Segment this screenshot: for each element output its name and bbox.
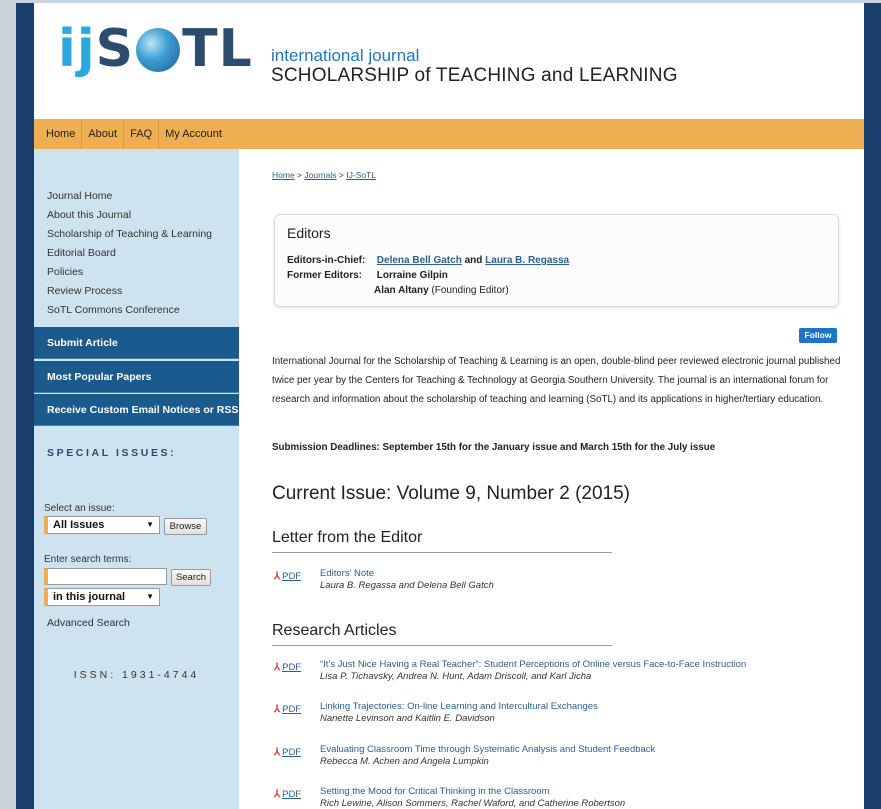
editors-in-chief-row: Editors-in-Chief: Delena Bell Gatch and … (287, 255, 569, 266)
pdf-link[interactable]: ⅄ PDF (274, 747, 301, 758)
issue-select[interactable]: All Issues ▼ (44, 516, 160, 534)
editor-link[interactable]: Delena Bell Gatch (377, 255, 462, 266)
former-editors-row: Former Editors: Lorraine Gilpin (287, 270, 448, 281)
logo-ij: ij (58, 19, 96, 79)
scope-select[interactable]: in this journal ▼ (44, 588, 160, 606)
sidebar: Journal Home About this Journal Scholars… (34, 149, 239, 809)
pdf-label: PDF (282, 571, 302, 582)
article-authors: Rich Lewine, Alison Sommers, Rachel Wafo… (320, 798, 626, 809)
logo-tl: TL (182, 19, 253, 79)
journal-title-small: international journal (271, 46, 420, 65)
sidebar-link-conference[interactable]: SoTL Commons Conference (47, 301, 239, 320)
founding-editor-note: (Founding Editor) (431, 285, 509, 296)
breadcrumb-ij-sotl[interactable]: IJ-SoTL (346, 170, 376, 180)
pdf-icon: ⅄ (274, 747, 281, 758)
sidebar-links: Journal Home About this Journal Scholars… (34, 149, 239, 320)
breadcrumb-home[interactable]: Home (272, 170, 295, 180)
article-title[interactable]: Setting the Mood for Critical Thinking i… (320, 786, 550, 797)
breadcrumb: Home > Journals > IJ-SoTL (272, 170, 376, 180)
article-authors: Rebecca M. Achen and Angela Lumpkin (320, 756, 489, 767)
pdf-link[interactable]: ⅄ PDF (274, 704, 301, 715)
nav-about[interactable]: About (82, 119, 123, 149)
pdf-icon: ⅄ (274, 704, 281, 715)
editors-title: Editors (287, 225, 331, 241)
pdf-label: PDF (282, 789, 302, 800)
editor-link[interactable]: Laura B. Regassa (485, 255, 569, 266)
pdf-label: PDF (282, 662, 302, 673)
pdf-icon: ⅄ (274, 662, 281, 673)
sidebar-link-review-process[interactable]: Review Process (47, 282, 239, 301)
search-button[interactable]: Search (171, 569, 211, 586)
sidebar-link-about[interactable]: About this Journal (47, 206, 239, 225)
select-issue-label: Select an issue: (44, 503, 115, 514)
page: ij S TL international journal SCHOLARSHI… (34, 3, 864, 809)
article-item: ⅄ PDF “It’s Just Nice Having a Real Teach… (274, 659, 854, 692)
nav-my-account[interactable]: My Account (159, 119, 228, 149)
article-title[interactable]: Evaluating Classroom Time through System… (320, 744, 655, 755)
pdf-label: PDF (282, 747, 302, 758)
article-title[interactable]: Editors' Note (320, 568, 374, 579)
globe-icon (136, 28, 181, 72)
journal-title-big: SCHOLARSHIP of TEACHING and LEARNING (271, 65, 678, 86)
sidebar-link-policies[interactable]: Policies (47, 263, 239, 282)
article-authors: Lisa P. Tichavsky, Andrea N. Hunt, Adam … (320, 671, 592, 682)
former-editor-name: Alan Altany (374, 285, 429, 296)
logo-s: S (95, 19, 135, 79)
former-editors-label: Former Editors: (287, 270, 363, 281)
breadcrumb-separator: > (294, 170, 305, 180)
article-title[interactable]: “It’s Just Nice Having a Real Teacher”: … (320, 659, 746, 670)
article-title[interactable]: Linking Trajectories: On-line Learning a… (320, 701, 598, 712)
editors-and: and (464, 255, 483, 266)
site-header: ij S TL international journal SCHOLARSHI… (34, 3, 864, 119)
article-item: ⅄ PDF Evaluating Classroom Time through S… (274, 744, 854, 777)
breadcrumb-separator: > (336, 170, 347, 180)
pdf-icon: ⅄ (274, 571, 281, 582)
submission-deadlines: Submission Deadlines: September 15th for… (272, 442, 716, 453)
research-section-heading: Research Articles (272, 622, 612, 646)
main-content: Home > Journals > IJ-SoTL Editors Editor… (239, 149, 864, 809)
submit-article-button[interactable]: Submit Article (34, 327, 239, 359)
former-editor-row-2: Alan Altany (Founding Editor) (374, 285, 509, 296)
scope-select-value: in this journal (53, 591, 126, 603)
browse-button[interactable]: Browse (164, 518, 207, 535)
article-item: ⅄ PDF Editors' Note Laura B. Regassa and … (274, 568, 854, 601)
pdf-icon: ⅄ (274, 789, 281, 800)
dropdown-arrow-icon: ▼ (146, 520, 154, 529)
special-issues-heading: SPECIAL ISSUES: (47, 447, 177, 459)
current-issue-heading: Current Issue: Volume 9, Number 2 (2015) (272, 483, 631, 504)
former-editor-name: Lorraine Gilpin (376, 270, 448, 281)
issn: ISSN: 1931-4744 (73, 669, 200, 681)
article-item: ⅄ PDF Setting the Mood for Critical Think… (274, 786, 854, 809)
article-item: ⅄ PDF Linking Trajectories: On-line Learn… (274, 701, 854, 734)
breadcrumb-journals[interactable]: Journals (304, 170, 336, 180)
article-authors: Laura B. Regassa and Delena Bell Gatch (320, 580, 494, 591)
follow-button[interactable]: Follow (799, 328, 837, 343)
sidebar-link-journal-home[interactable]: Journal Home (47, 187, 239, 206)
most-popular-button[interactable]: Most Popular Papers (34, 361, 239, 393)
journal-title: international journal SCHOLARSHIP of TEA… (271, 47, 678, 87)
pdf-link[interactable]: ⅄ PDF (274, 571, 301, 582)
dropdown-arrow-icon: ▼ (146, 592, 154, 601)
nav-home[interactable]: Home (40, 119, 81, 149)
pdf-label: PDF (282, 704, 302, 715)
pdf-link[interactable]: ⅄ PDF (274, 789, 301, 800)
editors-box: Editors Editors-in-Chief: Delena Bell Ga… (274, 214, 839, 307)
article-authors: Nanette Levinson and Kaitlin E. Davidson (320, 713, 495, 724)
letter-section-heading: Letter from the Editor (272, 529, 612, 553)
editors-in-chief-label: Editors-in-Chief: (287, 255, 366, 266)
sidebar-link-editorial-board[interactable]: Editorial Board (47, 244, 239, 263)
search-input[interactable] (44, 568, 167, 585)
journal-logo[interactable]: ij S TL (58, 19, 253, 79)
search-terms-label: Enter search terms: (44, 554, 132, 565)
issue-select-value: All Issues (53, 519, 105, 531)
advanced-search-link[interactable]: Advanced Search (47, 617, 130, 629)
sidebar-link-sotl[interactable]: Scholarship of Teaching & Learning (47, 225, 239, 244)
nav-faq[interactable]: FAQ (124, 119, 158, 149)
email-notices-button[interactable]: Receive Custom Email Notices or RSS (34, 394, 239, 426)
journal-description: International Journal for the Scholarshi… (272, 356, 841, 405)
top-nav: Home About FAQ My Account (34, 119, 864, 149)
pdf-link[interactable]: ⅄ PDF (274, 662, 301, 673)
